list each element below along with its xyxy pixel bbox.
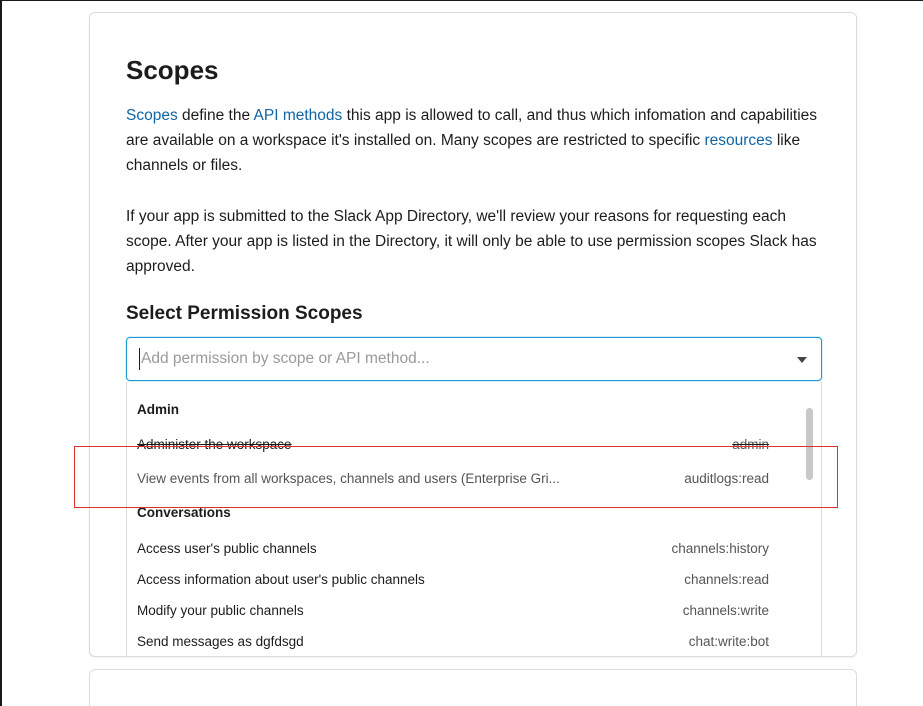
next-section-card (89, 669, 857, 706)
scope-option-auditlogs-read[interactable]: View events from all workspaces, channel… (137, 471, 769, 493)
scope-option-name: auditlogs:read (684, 471, 769, 486)
intro-text-1: define the (177, 107, 254, 124)
scope-option-channels-history[interactable]: Access user's public channels channels:h… (137, 541, 769, 563)
resources-link[interactable]: resources (704, 132, 772, 149)
scope-option-description: Access user's public channels (137, 541, 317, 556)
scope-option-description: Administer the workspace (137, 437, 292, 452)
scope-option-name: channels:write (682, 603, 769, 618)
scope-option-description: View events from all workspaces, channel… (137, 471, 560, 486)
scope-option-description: Send messages as dgfdsgd (137, 634, 304, 649)
scope-option-name: admin (732, 437, 769, 452)
scope-select[interactable] (126, 337, 822, 381)
scope-option-name: channels:read (684, 572, 769, 587)
group-header-conversations: Conversations (137, 505, 231, 520)
api-methods-link[interactable]: API methods (254, 107, 343, 124)
scope-search-input[interactable] (141, 347, 741, 371)
permission-scopes-heading: Select Permission Scopes (126, 303, 363, 324)
scope-option-channels-write[interactable]: Modify your public channels channels:wri… (137, 603, 769, 625)
review-note: If your app is submitted to the Slack Ap… (126, 208, 817, 275)
chevron-down-icon[interactable] (797, 357, 807, 363)
scope-option-chat-write-bot[interactable]: Send messages as dgfdsgd chat:write:bot (137, 634, 769, 656)
scopes-description: Scopes define the API methods this app i… (126, 103, 826, 178)
scopes-card: Scopes Scopes define the API methods thi… (89, 12, 857, 657)
text-cursor (139, 348, 140, 370)
scope-option-name: chat:write:bot (688, 634, 769, 649)
scope-option-channels-read[interactable]: Access information about user's public c… (137, 572, 769, 594)
group-header-admin: Admin (137, 402, 179, 417)
section-title: Scopes (126, 55, 219, 85)
scope-dropdown-list: Admin Administer the workspace admin Vie… (126, 382, 822, 656)
scope-option-description: Access information about user's public c… (137, 572, 425, 587)
scope-option-name: channels:history (671, 541, 769, 556)
scope-option-description: Modify your public channels (137, 603, 304, 618)
dropdown-scrollbar[interactable] (806, 408, 813, 480)
scope-option-admin[interactable]: Administer the workspace admin (137, 437, 769, 459)
scopes-link[interactable]: Scopes (126, 107, 178, 124)
